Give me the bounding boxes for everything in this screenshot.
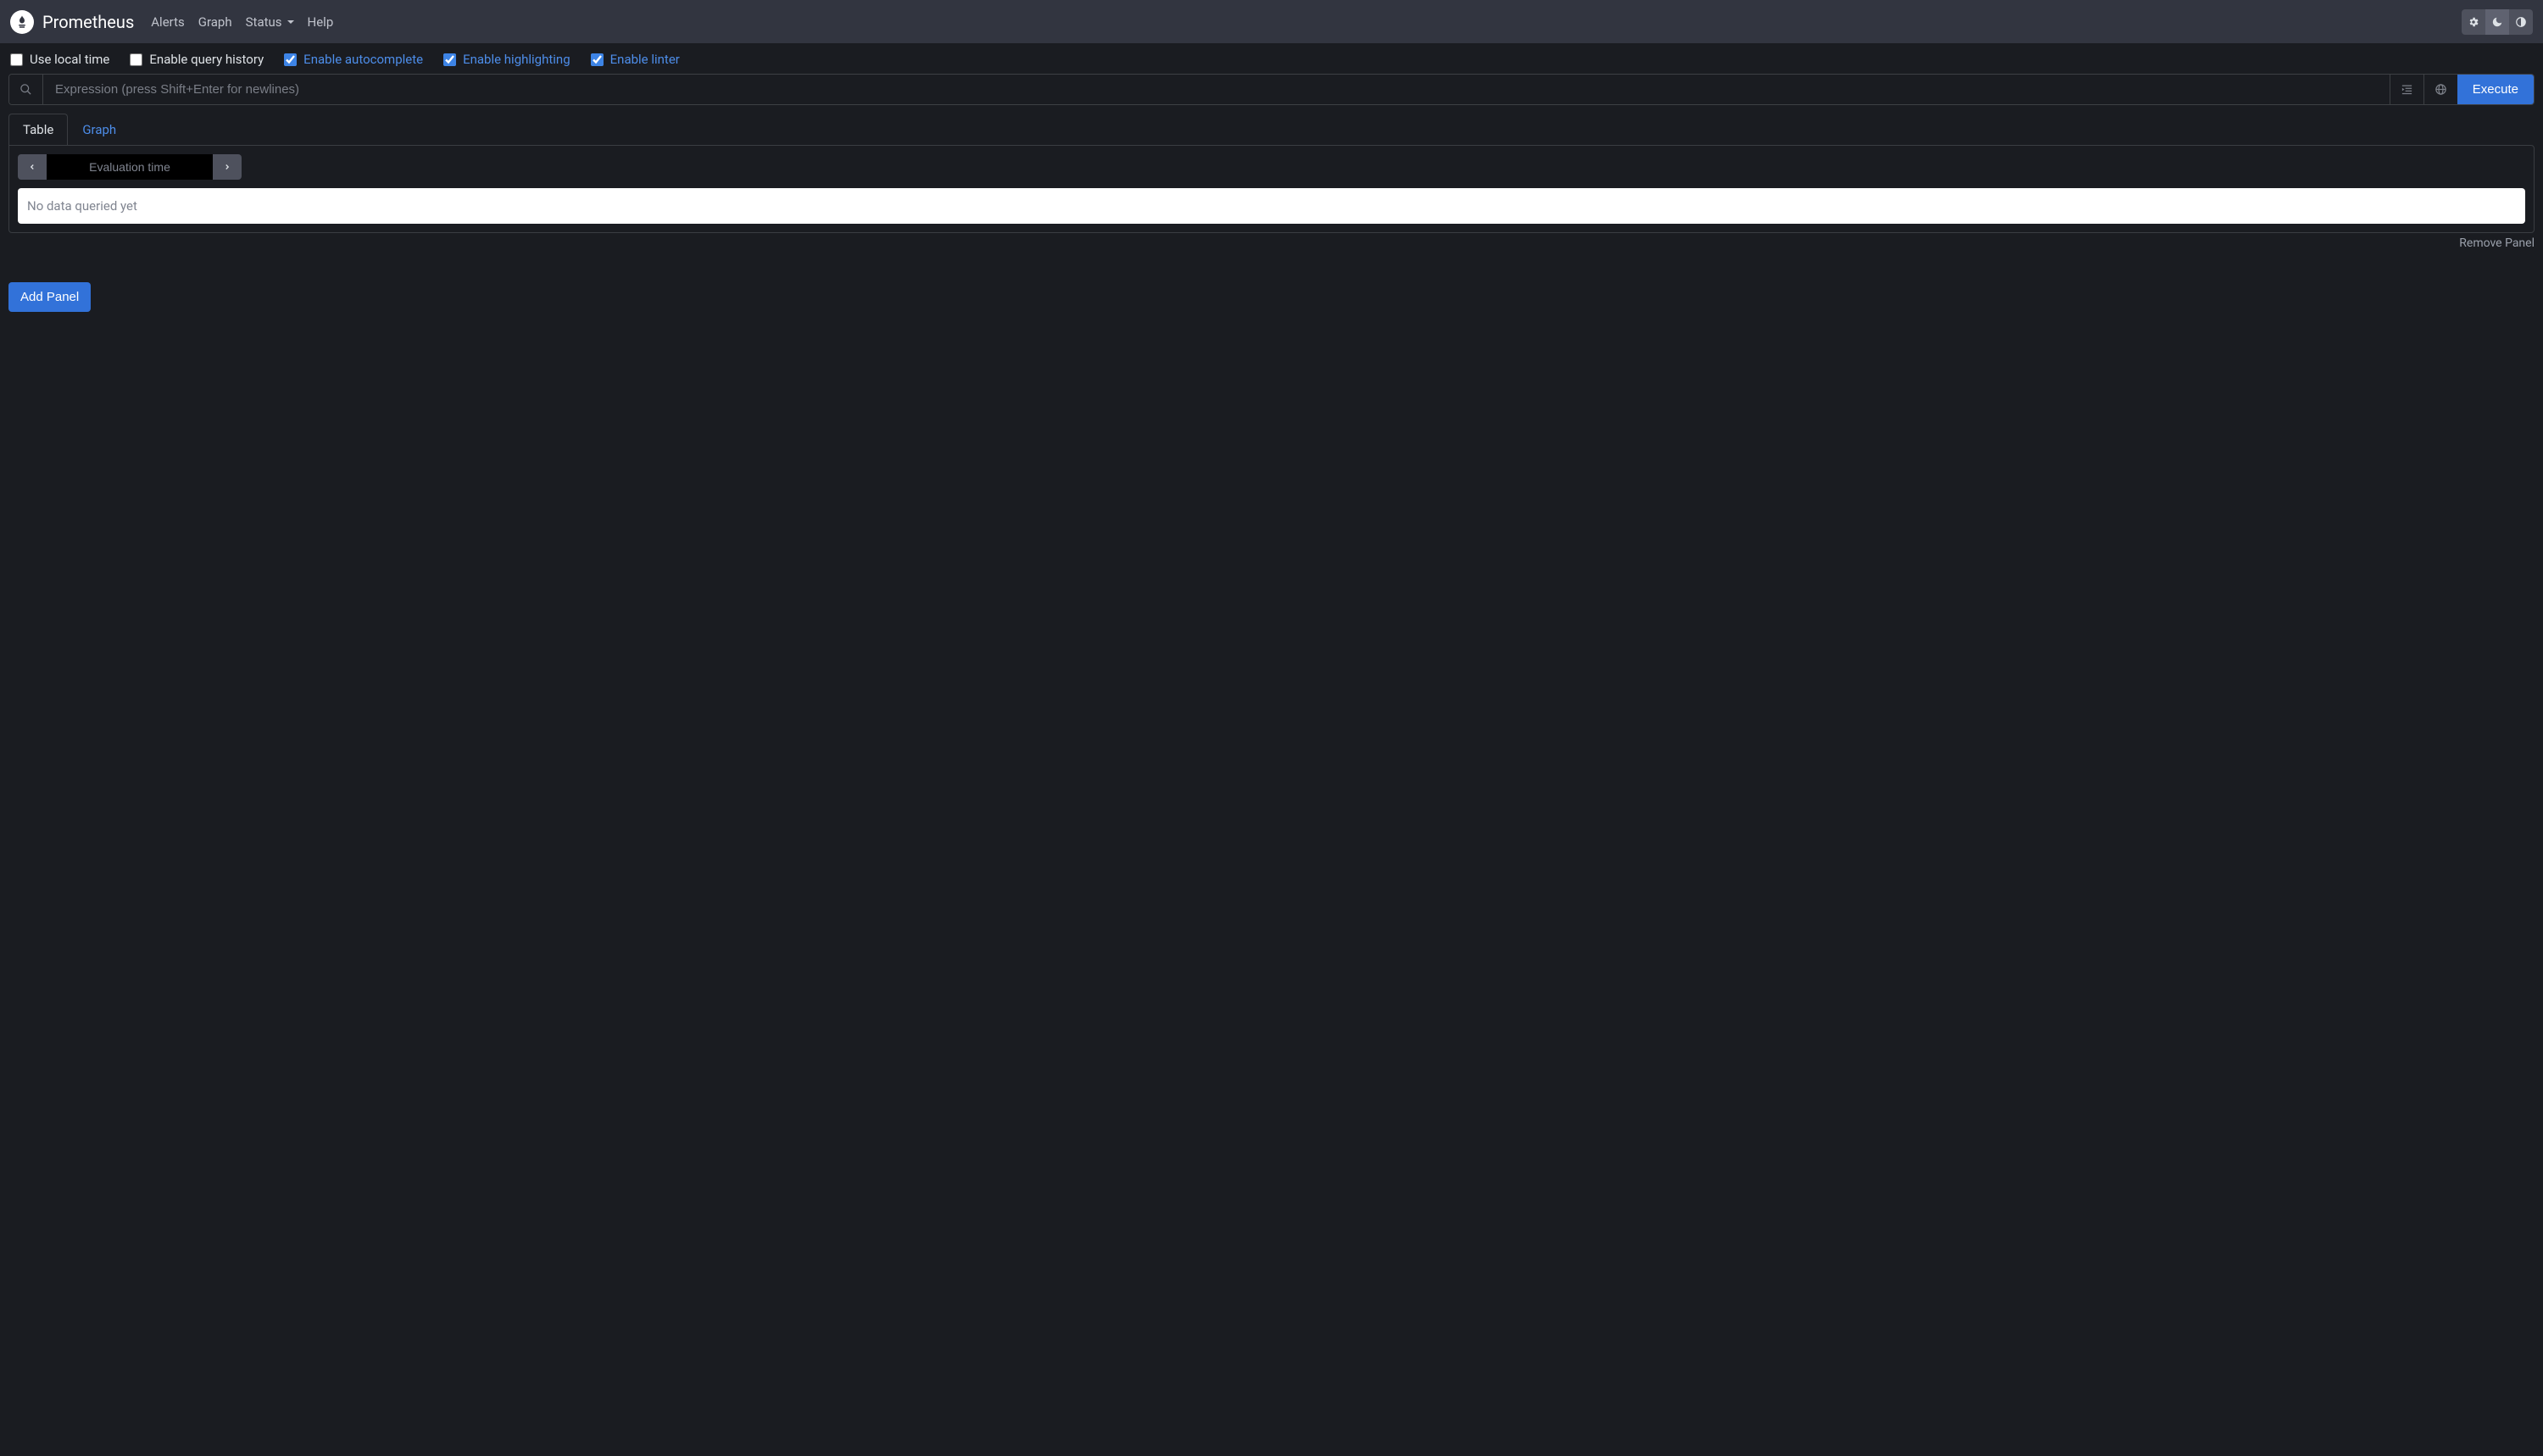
linter-label[interactable]: Enable linter	[610, 52, 680, 67]
tab-graph[interactable]: Graph	[68, 114, 131, 145]
expression-row: Execute	[8, 74, 2535, 105]
execute-button[interactable]: Execute	[2457, 75, 2534, 104]
explain-button[interactable]	[2423, 75, 2457, 104]
opt-query-history: Enable query history	[130, 52, 264, 67]
chevron-right-icon	[223, 163, 231, 171]
add-panel-row: Add Panel	[8, 282, 2535, 312]
nav-links: Alerts Graph Status Help	[151, 14, 333, 30]
query-history-label[interactable]: Enable query history	[149, 52, 264, 67]
metrics-explorer-button[interactable]	[9, 75, 43, 104]
nav-alerts[interactable]: Alerts	[151, 14, 185, 30]
autocomplete-checkbox[interactable]	[284, 53, 297, 66]
tab-table[interactable]: Table	[8, 114, 68, 145]
nav-status-label: Status	[246, 14, 282, 30]
caret-down-icon	[287, 20, 294, 24]
add-panel-button[interactable]: Add Panel	[8, 282, 91, 312]
evaluation-time-input[interactable]	[47, 154, 213, 180]
opt-use-local-time: Use local time	[10, 52, 109, 67]
theme-auto-button[interactable]	[2462, 9, 2485, 35]
globe-icon	[2434, 83, 2447, 96]
options-bar: Use local time Enable query history Enab…	[0, 43, 2543, 74]
query-history-checkbox[interactable]	[130, 53, 142, 66]
panel-footer: Remove Panel	[8, 236, 2535, 250]
time-decrease-button[interactable]	[18, 154, 47, 180]
nav-status[interactable]: Status	[246, 14, 294, 30]
remove-panel-button[interactable]: Remove Panel	[2459, 236, 2535, 250]
highlighting-label[interactable]: Enable highlighting	[463, 52, 570, 67]
gear-icon	[2468, 16, 2479, 28]
tab-content: No data queried yet	[8, 145, 2535, 233]
evaluation-time-group	[18, 154, 242, 180]
brand-text: Prometheus	[42, 12, 134, 32]
data-result-box: No data queried yet	[18, 188, 2525, 224]
time-increase-button[interactable]	[213, 154, 242, 180]
prometheus-logo-icon	[10, 10, 34, 34]
local-time-label[interactable]: Use local time	[30, 52, 109, 67]
nav-help[interactable]: Help	[308, 14, 334, 30]
moon-icon	[2491, 16, 2503, 28]
theme-contrast-button[interactable]	[2509, 9, 2533, 35]
indent-icon	[2401, 83, 2413, 96]
autocomplete-label[interactable]: Enable autocomplete	[303, 52, 423, 67]
nav-graph[interactable]: Graph	[198, 14, 232, 30]
opt-autocomplete: Enable autocomplete	[284, 52, 423, 67]
local-time-checkbox[interactable]	[10, 53, 23, 66]
search-icon	[19, 83, 32, 96]
contrast-icon	[2515, 16, 2527, 28]
brand[interactable]: Prometheus	[10, 10, 134, 34]
theme-dark-button[interactable]	[2485, 9, 2509, 35]
theme-switch	[2462, 9, 2533, 35]
navbar: Prometheus Alerts Graph Status Help	[0, 0, 2543, 43]
format-button[interactable]	[2390, 75, 2423, 104]
opt-highlighting: Enable highlighting	[443, 52, 570, 67]
expression-input[interactable]	[43, 75, 2390, 104]
linter-checkbox[interactable]	[591, 53, 604, 66]
highlighting-checkbox[interactable]	[443, 53, 456, 66]
chevron-left-icon	[28, 163, 36, 171]
opt-linter: Enable linter	[591, 52, 680, 67]
tabs: Table Graph	[8, 114, 2535, 145]
